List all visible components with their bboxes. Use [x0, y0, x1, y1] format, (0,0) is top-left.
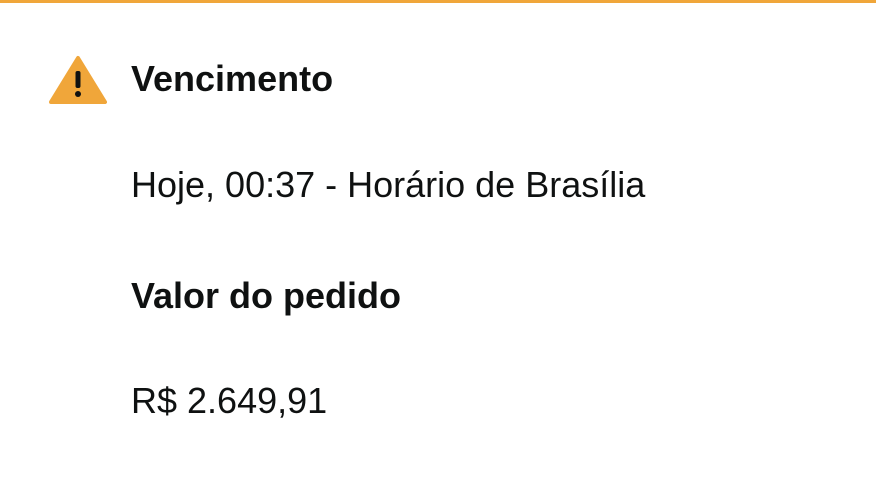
- due-date-value: Hoje, 00:37 - Horário de Brasília: [131, 164, 646, 205]
- payment-due-alert: Vencimento Hoje, 00:37 - Horário de Bras…: [0, 0, 876, 500]
- due-date-label: Vencimento: [131, 58, 334, 99]
- order-amount-value: R$ 2.649,91: [131, 380, 328, 421]
- order-amount-label: Valor do pedido: [131, 275, 402, 316]
- warning-triangle-icon: [49, 55, 107, 105]
